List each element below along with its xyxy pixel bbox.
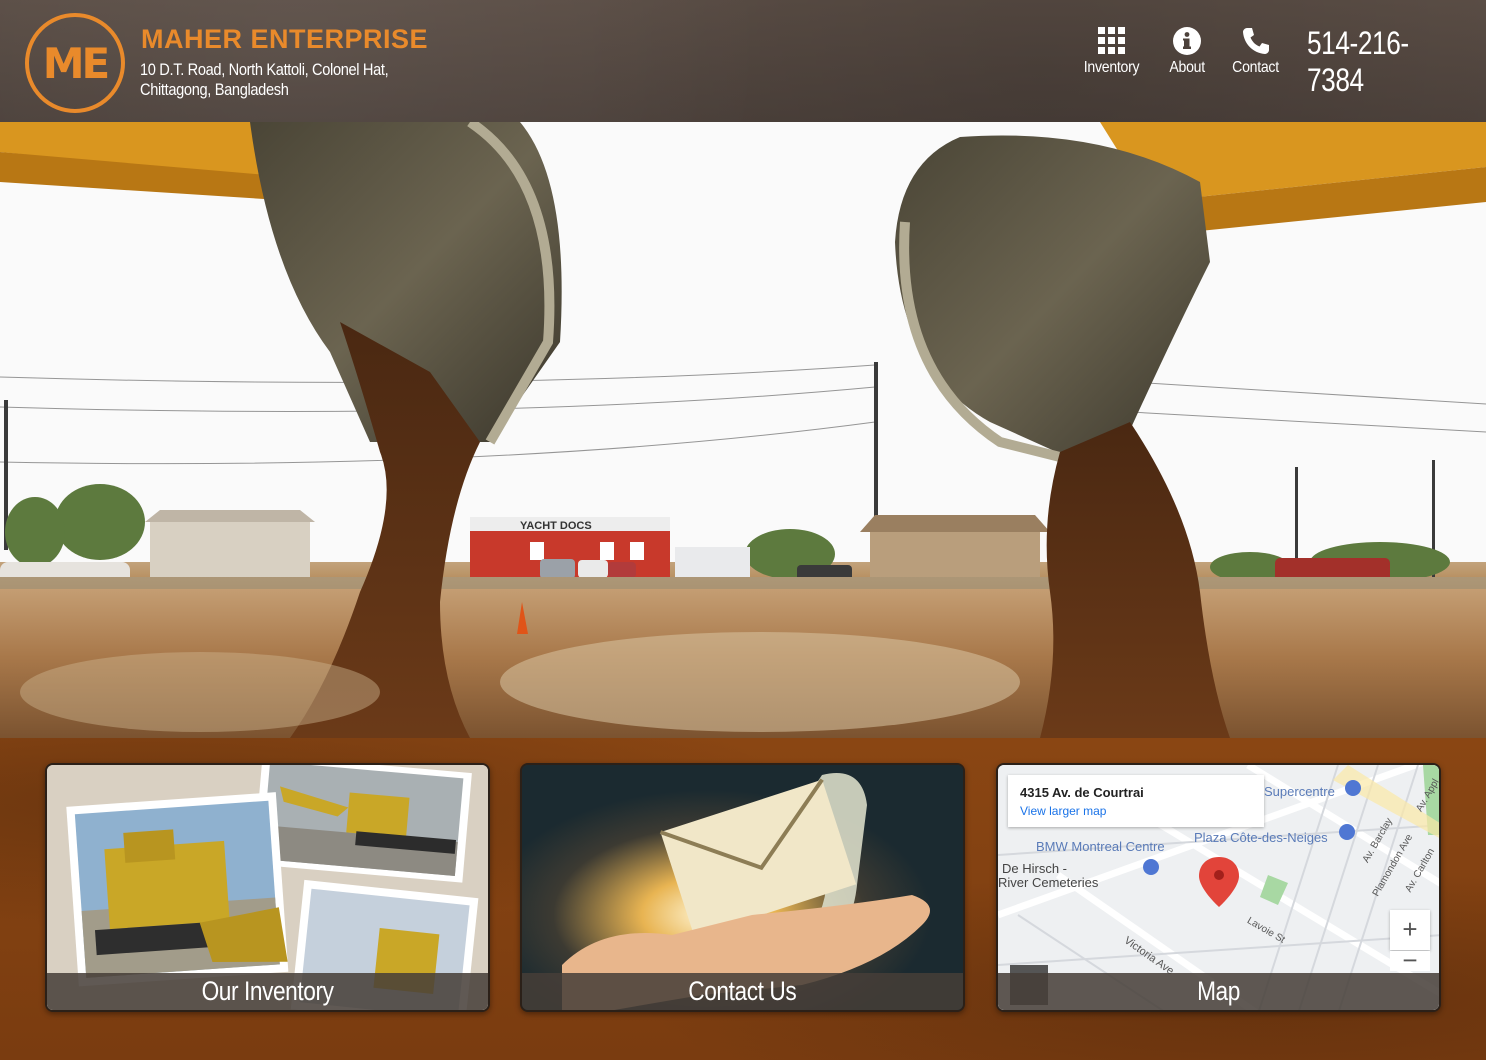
view-larger-map-link[interactable]: View larger map: [1020, 804, 1252, 818]
map-zoom-in-button[interactable]: +: [1390, 910, 1430, 950]
map-place-bmw[interactable]: BMW Montreal Centre: [1036, 839, 1165, 854]
nav-about-label: About: [1169, 59, 1205, 76]
nav-about[interactable]: About: [1165, 26, 1209, 82]
inventory-card-caption: Our Inventory: [47, 973, 488, 1010]
map-place-plaza[interactable]: Plaza Côte-des-Neiges: [1194, 830, 1328, 845]
grid-icon: [1097, 26, 1127, 56]
map-address: 4315 Av. de Courtrai: [1020, 785, 1144, 800]
nav-inventory[interactable]: Inventory: [1083, 26, 1141, 82]
brand-address: 10 D.T. Road, North Kattoli, Colonel Hat…: [140, 60, 398, 100]
contact-card-caption: Contact Us: [522, 973, 963, 1010]
yacht-docs-sign: YACHT DOCS: [520, 520, 592, 532]
phone-number[interactable]: 514-216-7384: [1307, 25, 1454, 99]
hero-image: YACHT DOCS: [0, 122, 1486, 738]
logo[interactable]: ME: [25, 13, 125, 113]
phone-icon: [1241, 26, 1271, 56]
map-place-de-hirsch[interactable]: De Hirsch -: [1002, 861, 1067, 876]
nav-contact[interactable]: Contact: [1229, 26, 1283, 82]
info-icon: [1172, 26, 1202, 56]
site-header: ME MAHER ENTERPRISE 10 D.T. Road, North …: [0, 0, 1486, 122]
address-line-1: 10 D.T. Road, North Kattoli, Colonel Hat…: [140, 60, 389, 79]
contact-card[interactable]: Contact Us: [520, 763, 965, 1012]
inventory-card[interactable]: Our Inventory: [45, 763, 490, 1012]
map-zoom-out-button[interactable]: −: [1390, 947, 1430, 973]
map-place-supercentre[interactable]: Supercentre: [1264, 784, 1335, 799]
map-info-box: 4315 Av. de Courtrai View larger map: [1008, 775, 1264, 827]
map-place-cemeteries[interactable]: River Cemeteries: [998, 875, 1098, 890]
map-card-caption: Map: [998, 973, 1439, 1010]
nav-inventory-label: Inventory: [1084, 59, 1140, 76]
brand-name[interactable]: MAHER ENTERPRISE: [141, 24, 428, 55]
map-card[interactable]: 4315 Av. de Courtrai View larger map Sup…: [996, 763, 1441, 1012]
nav-contact-label: Contact: [1232, 59, 1280, 76]
map-card-label: Map: [1197, 976, 1240, 1006]
contact-card-label: Contact Us: [688, 976, 797, 1006]
logo-text: ME: [42, 38, 110, 88]
inventory-card-label: Our Inventory: [201, 976, 334, 1006]
address-line-2: Chittagong, Bangladesh: [140, 80, 289, 99]
